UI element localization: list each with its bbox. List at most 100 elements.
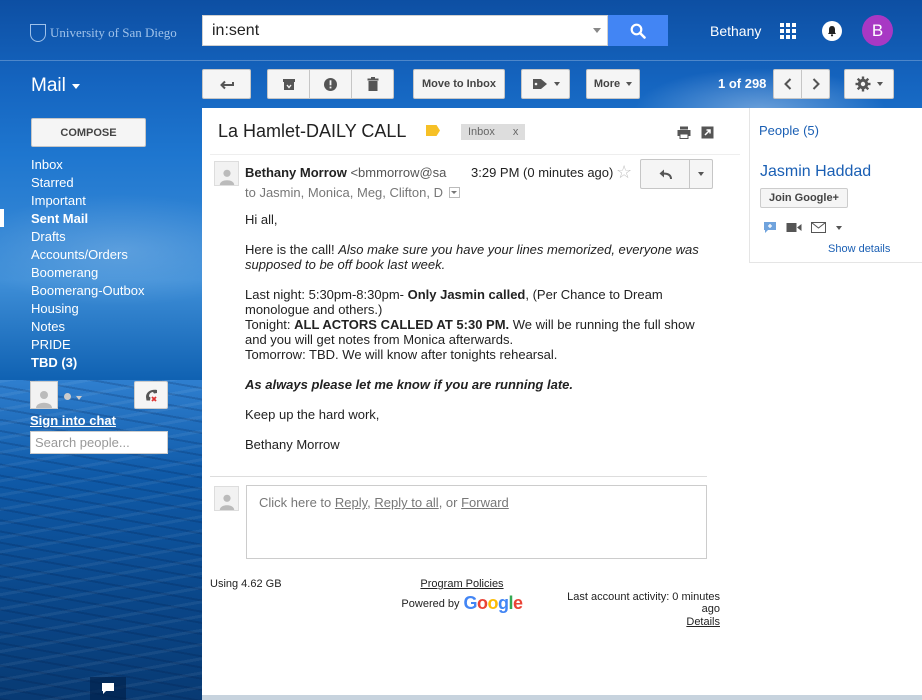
details-link[interactable]: Details xyxy=(554,616,720,628)
person-icon xyxy=(219,169,234,185)
university-logo[interactable]: University of San Diego xyxy=(30,22,177,44)
search-icon xyxy=(630,23,646,39)
person-icon xyxy=(36,391,52,408)
sidebar-item-inbox[interactable]: Inbox xyxy=(31,156,196,174)
spam-icon xyxy=(324,77,337,91)
header-divider xyxy=(0,60,922,61)
last-night-line: Last night: 5:30pm-8:30pm- Only Jasmin c… xyxy=(245,287,663,317)
chevron-down-icon xyxy=(877,82,883,86)
hangouts-phone-button[interactable] xyxy=(134,381,168,409)
settings-button[interactable] xyxy=(844,69,894,99)
message-body: Hi all, Here is the call! Also make sure… xyxy=(245,212,705,467)
search-options-dropdown-icon[interactable] xyxy=(593,28,601,33)
chevron-down-icon xyxy=(553,82,560,86)
reply-divider xyxy=(210,476,707,477)
reply-link[interactable]: Reply xyxy=(335,495,367,510)
move-to-inbox-button[interactable]: Move to Inbox xyxy=(413,69,505,99)
search-button[interactable] xyxy=(608,15,668,46)
chat-avatar[interactable] xyxy=(30,381,58,409)
folder-list: Inbox Starred Important Sent Mail Drafts Acco… xyxy=(31,156,196,372)
chevron-right-icon xyxy=(812,78,820,90)
newer-button[interactable] xyxy=(773,69,802,99)
report-spam-button[interactable] xyxy=(309,69,352,99)
mail-label: Mail xyxy=(31,75,66,96)
search-box[interactable] xyxy=(202,15,608,46)
shield-icon xyxy=(30,24,46,42)
phone-off-icon xyxy=(146,389,157,402)
chat-bubble-icon xyxy=(102,683,114,694)
email-icon[interactable] xyxy=(811,222,826,233)
labels-button[interactable] xyxy=(521,69,570,99)
video-call-icon[interactable] xyxy=(786,222,802,233)
chat-status-icon[interactable] xyxy=(64,393,71,400)
mail-switcher[interactable]: Mail xyxy=(31,75,80,97)
people-panel-heading[interactable]: People (5) xyxy=(759,123,819,138)
more-label: More xyxy=(593,78,621,90)
message-view: La Hamlet-DAILY CALL Inbox x Bethany Mor… xyxy=(202,108,922,695)
sidebar-item-important[interactable]: Important xyxy=(31,192,196,210)
delete-button[interactable] xyxy=(351,69,394,99)
chevron-down-icon[interactable] xyxy=(835,225,843,231)
contact-name[interactable]: Jasmin Haddad xyxy=(760,163,871,181)
join-google-plus-button[interactable]: Join Google+ xyxy=(760,188,848,208)
apps-grid-icon[interactable] xyxy=(780,23,796,39)
compose-button[interactable]: COMPOSE xyxy=(31,118,146,147)
more-reply-options-button[interactable] xyxy=(690,159,713,189)
greeting: Hi all, xyxy=(245,212,278,227)
back-button[interactable] xyxy=(202,69,251,99)
chevron-left-icon xyxy=(783,78,791,90)
older-button[interactable] xyxy=(801,69,830,99)
sign-into-chat-link[interactable]: Sign into chat xyxy=(30,413,116,428)
storage-usage: Using 4.62 GB xyxy=(210,578,282,590)
last-activity-text: Last account activity: 0 minutes ago xyxy=(567,591,720,615)
reply-all-link[interactable]: Reply to all xyxy=(374,495,438,510)
sidebar-item-boomerang-outbox[interactable]: Boomerang-Outbox xyxy=(31,282,196,300)
sender-name[interactable]: Bethany Morrow xyxy=(245,165,347,180)
search-input[interactable] xyxy=(203,21,583,40)
show-details-link[interactable]: Show details xyxy=(828,243,890,255)
sidebar-item-pride[interactable]: PRIDE xyxy=(31,336,196,354)
sidebar-item-starred[interactable]: Starred xyxy=(31,174,196,192)
search-people-input[interactable] xyxy=(30,431,168,454)
star-icon[interactable]: ☆ xyxy=(616,162,632,183)
footer-center: Program Policies Powered by Google xyxy=(392,578,532,614)
more-button[interactable]: More xyxy=(586,69,640,99)
notifications-bell-icon[interactable] xyxy=(822,21,842,41)
print-icon[interactable] xyxy=(677,126,691,139)
reply-button[interactable] xyxy=(640,159,690,189)
chat-add-icon[interactable] xyxy=(763,221,777,234)
forward-link[interactable]: Forward xyxy=(461,495,509,510)
keep-up-line: Keep up the hard work, xyxy=(245,407,380,422)
signoff: Bethany Morrow xyxy=(245,437,340,452)
trash-icon xyxy=(367,77,378,91)
chevron-down-icon[interactable] xyxy=(76,396,82,400)
gear-icon xyxy=(855,76,871,92)
people-panel-bottom-divider xyxy=(749,262,922,263)
sidebar-item-housing[interactable]: Housing xyxy=(31,300,196,318)
quick-reply-box[interactable]: Click here to Reply, Reply to all, or Fo… xyxy=(246,485,707,559)
chat-toggle-button[interactable] xyxy=(90,677,126,700)
sidebar-item-boomerang[interactable]: Boomerang xyxy=(31,264,196,282)
message-timestamp: 3:29 PM (0 minutes ago) xyxy=(471,165,614,180)
sidebar-item-tbd-3[interactable]: TBD (3) xyxy=(31,354,196,372)
sender-avatar[interactable] xyxy=(214,161,239,186)
chevron-down-icon xyxy=(626,82,633,86)
sidebar-item-notes[interactable]: Notes xyxy=(31,318,196,336)
label-chip-remove[interactable]: x xyxy=(513,126,519,138)
account-name[interactable]: Bethany xyxy=(710,23,761,39)
reply-avatar xyxy=(214,486,239,511)
reply-arrow-icon xyxy=(659,169,672,180)
message-subject: La Hamlet-DAILY CALL xyxy=(218,121,407,141)
program-policies-link[interactable]: Program Policies xyxy=(392,578,532,590)
sidebar-item-drafts[interactable]: Drafts xyxy=(31,228,196,246)
show-details-dropdown-icon[interactable] xyxy=(448,187,460,198)
label-tag-icon xyxy=(532,79,547,89)
pagination-count: 1 of 298 xyxy=(718,76,767,91)
account-avatar[interactable]: B xyxy=(862,15,893,46)
archive-button[interactable] xyxy=(267,69,310,99)
importance-marker-icon[interactable] xyxy=(426,125,440,136)
label-chip[interactable]: Inbox x xyxy=(461,124,526,140)
new-window-icon[interactable] xyxy=(701,126,714,139)
sidebar-item-sent-mail[interactable]: Sent Mail xyxy=(31,210,196,228)
sidebar-item-accounts-orders[interactable]: Accounts/Orders xyxy=(31,246,196,264)
